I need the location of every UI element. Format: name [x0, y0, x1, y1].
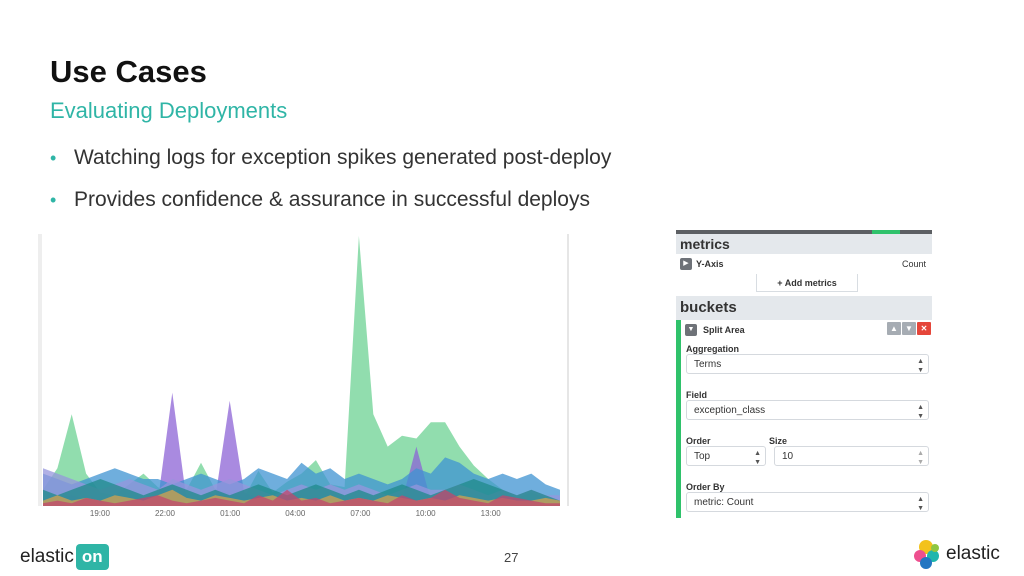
bullet-list: • Watching logs for exception spikes gene… — [50, 144, 611, 228]
stepper-arrows-icon[interactable]: ▲ ▼ — [917, 447, 924, 467]
move-up-icon[interactable]: ▲ — [887, 322, 901, 335]
expand-caret-icon[interactable]: ▶ — [680, 258, 692, 270]
x-tick-label: 04:00 — [285, 509, 306, 518]
order-select[interactable]: Top ▲ ▼ — [686, 446, 766, 466]
add-metrics-button[interactable]: + Add metrics — [756, 274, 858, 292]
area-chart: 19:00 22:00 01:00 04:00 07:00 10:00 13:00 — [38, 234, 570, 524]
y-axis-value: Count — [901, 259, 926, 269]
remove-icon[interactable]: ✕ — [917, 322, 931, 335]
elastic-on-logo: elastic on — [20, 543, 109, 571]
collapse-caret-icon[interactable]: ▼ — [685, 324, 697, 336]
buckets-header: buckets — [676, 296, 932, 320]
size-input[interactable]: 10 ▲ ▼ — [774, 446, 929, 466]
x-tick-label: 07:00 — [350, 509, 371, 518]
page-number: 27 — [504, 550, 519, 565]
x-tick-label: 01:00 — [220, 509, 241, 518]
x-tick-label: 19:00 — [90, 509, 111, 518]
select-arrows-icon: ▲ ▼ — [917, 358, 924, 374]
bullet-dot-icon: • — [50, 190, 57, 210]
split-area-label: Split Area — [703, 325, 745, 335]
bullet-item: • Provides confidence & assurance in succ… — [50, 186, 611, 228]
elastic-logo-icon — [914, 540, 939, 569]
x-tick-label: 22:00 — [155, 509, 176, 518]
select-arrows-icon: ▲ ▼ — [754, 450, 761, 466]
x-tick-label: 10:00 — [416, 509, 437, 518]
elastic-logo: elastic — [912, 539, 1000, 569]
chart-left-frame — [38, 234, 42, 506]
y-axis-label: Y-Axis — [696, 259, 724, 269]
area-chart-svg: 19:00 22:00 01:00 04:00 07:00 10:00 13:00 — [38, 234, 569, 518]
slide-title: Use Cases — [50, 54, 207, 89]
metrics-header: metrics — [676, 234, 932, 254]
aggregation-label: Aggregation — [686, 344, 739, 354]
split-area-bucket: ▼ Split Area ▲ ▼ ✕ Aggregation Terms ▲ ▼ … — [676, 320, 932, 518]
order-label: Order — [686, 436, 711, 446]
move-down-icon[interactable]: ▼ — [902, 322, 916, 335]
y-axis-row[interactable]: ▶ Y-Axis Count — [676, 254, 932, 274]
aggregation-select[interactable]: Terms ▲ ▼ — [686, 354, 929, 374]
bullet-dot-icon: • — [50, 148, 57, 168]
bullet-item: • Watching logs for exception spikes gene… — [50, 144, 611, 186]
field-label: Field — [686, 390, 708, 400]
field-select[interactable]: exception_class ▲ ▼ — [686, 400, 929, 420]
size-label: Size — [769, 436, 788, 446]
kibana-vis-editor-panel: metrics ▶ Y-Axis Count + Add metrics buc… — [676, 230, 932, 518]
order-by-label: Order By — [686, 482, 725, 492]
x-tick-label: 13:00 — [481, 509, 502, 518]
select-arrows-icon: ▲ ▼ — [917, 496, 924, 512]
order-by-select[interactable]: metric: Count ▲ ▼ — [686, 492, 929, 512]
select-arrows-icon: ▲ ▼ — [917, 404, 924, 420]
slide-subtitle: Evaluating Deployments — [50, 98, 288, 123]
